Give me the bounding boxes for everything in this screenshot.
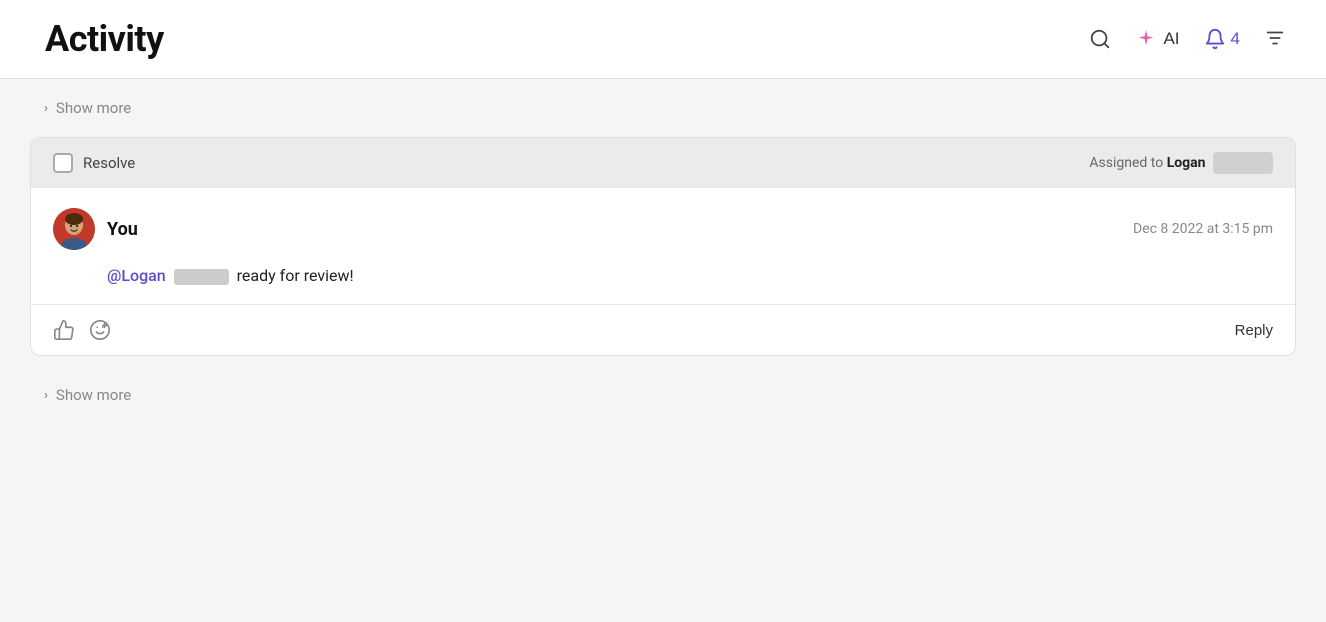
show-more-bottom[interactable]: › Show more (30, 366, 1296, 424)
comment-user: You (53, 208, 138, 250)
ai-label: AI (1163, 29, 1179, 49)
search-icon (1089, 28, 1111, 50)
page-title: Activity (45, 18, 164, 60)
resolve-bar: Resolve Assigned to Logan (31, 138, 1295, 188)
bell-icon (1204, 28, 1226, 50)
comment-actions: Reply (31, 305, 1295, 355)
ai-button[interactable]: AI (1135, 28, 1179, 50)
assigned-avatar-placeholder (1213, 152, 1273, 174)
show-more-bottom-label: Show more (56, 386, 131, 404)
resolve-checkbox[interactable] (53, 153, 73, 173)
emoji-add-icon (89, 319, 111, 341)
notifications-button[interactable]: 4 (1204, 28, 1240, 50)
search-button[interactable] (1089, 28, 1111, 50)
redacted-text (174, 269, 229, 285)
reaction-buttons (53, 319, 111, 341)
main-content: › Show more Resolve Assigned to Logan (0, 79, 1326, 599)
filter-icon (1264, 27, 1286, 49)
mention[interactable]: @Logan (107, 266, 166, 285)
notification-count: 4 (1231, 29, 1240, 49)
reply-button[interactable]: Reply (1235, 322, 1273, 339)
emoji-button[interactable] (89, 319, 111, 341)
show-more-top-label: Show more (56, 99, 131, 117)
header-actions: AI 4 (1089, 27, 1286, 52)
chevron-right-icon-bottom: › (44, 388, 48, 403)
comment-text: @Logan ready for review! (53, 264, 1273, 288)
sparkle-icon (1135, 28, 1157, 50)
message-rest: ready for review! (237, 266, 354, 285)
timestamp: Dec 8 2022 at 3:15 pm (1133, 221, 1273, 237)
resolve-label: Resolve (83, 154, 135, 172)
page-header: Activity AI 4 (0, 0, 1326, 79)
comment-header: You Dec 8 2022 at 3:15 pm (53, 208, 1273, 250)
resolve-left: Resolve (53, 153, 135, 173)
assigned-text: Assigned to Logan (1089, 155, 1273, 171)
like-button[interactable] (53, 319, 75, 341)
username: You (107, 219, 138, 240)
chevron-right-icon: › (44, 101, 48, 116)
assigned-info: Assigned to Logan (1089, 152, 1273, 174)
avatar (53, 208, 95, 250)
thumbs-up-icon (53, 319, 75, 341)
show-more-top[interactable]: › Show more (30, 79, 1296, 137)
assigned-user: Logan (1167, 155, 1206, 171)
comment-card: Resolve Assigned to Logan (30, 137, 1296, 356)
comment-body: You Dec 8 2022 at 3:15 pm @Logan ready f… (31, 188, 1295, 305)
filter-button[interactable] (1264, 27, 1286, 52)
